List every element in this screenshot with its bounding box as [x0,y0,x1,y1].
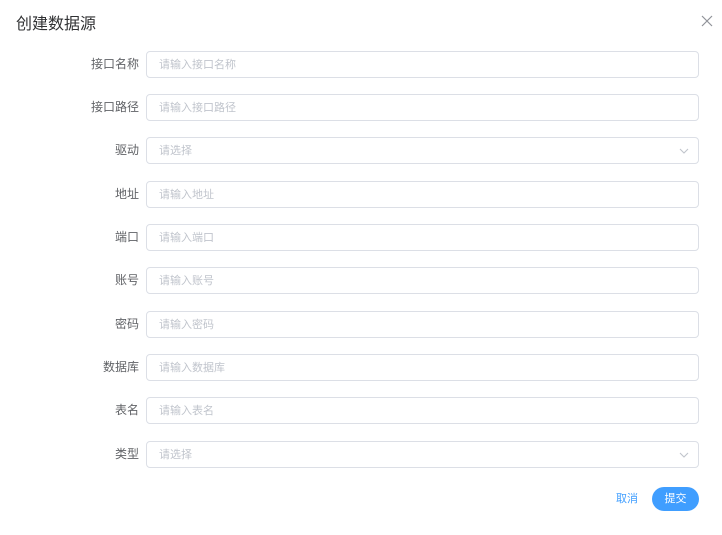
label-account: 账号 [114,273,139,287]
label-interface-name: 接口名称 [90,57,139,71]
label-address: 地址 [114,187,139,201]
port-input[interactable] [147,225,691,250]
form-row-driver: 驱动 [0,137,722,164]
form-row-port: 端口 [0,224,722,251]
account-field[interactable] [146,267,699,294]
close-icon[interactable] [700,14,714,28]
table-name-field[interactable] [146,397,699,424]
dialog-title: 创建数据源 [16,14,97,33]
address-field[interactable] [146,181,699,208]
form-row-table-name: 表名 [0,397,722,424]
chevron-down-icon [679,452,689,458]
address-input[interactable] [147,182,691,207]
type-select[interactable] [146,441,699,468]
table-name-input[interactable] [147,398,691,423]
label-port: 端口 [114,230,139,244]
interface-path-input[interactable] [147,95,691,120]
form-row-database: 数据库 [0,354,722,381]
password-input[interactable] [147,312,691,337]
label-interface-path: 接口路径 [90,100,139,114]
form-row-account: 账号 [0,267,722,294]
password-field[interactable] [146,311,699,338]
database-field[interactable] [146,354,699,381]
interface-path-field[interactable] [146,94,699,121]
label-type: 类型 [114,447,139,461]
dialog-footer: 取消 提交 [0,487,722,511]
type-select-input[interactable] [147,442,691,467]
form-row-interface-name: 接口名称 [0,51,722,78]
cancel-button[interactable]: 取消 [612,487,642,511]
interface-name-field[interactable] [146,51,699,78]
form-row-interface-path: 接口路径 [0,94,722,121]
create-datasource-dialog: 创建数据源 接口名称 接口路径 驱动 [0,0,722,535]
driver-select[interactable] [146,137,699,164]
label-database: 数据库 [102,360,139,374]
form-row-type: 类型 [0,441,722,468]
interface-name-input[interactable] [147,52,691,77]
form-row-password: 密码 [0,311,722,338]
label-driver: 驱动 [114,143,139,157]
label-password: 密码 [114,317,139,331]
submit-button[interactable]: 提交 [652,487,699,511]
port-field[interactable] [146,224,699,251]
label-table-name: 表名 [114,403,139,417]
database-input[interactable] [147,355,691,380]
chevron-down-icon [679,148,689,154]
driver-select-input[interactable] [147,138,691,163]
form-row-address: 地址 [0,181,722,208]
account-input[interactable] [147,268,691,293]
